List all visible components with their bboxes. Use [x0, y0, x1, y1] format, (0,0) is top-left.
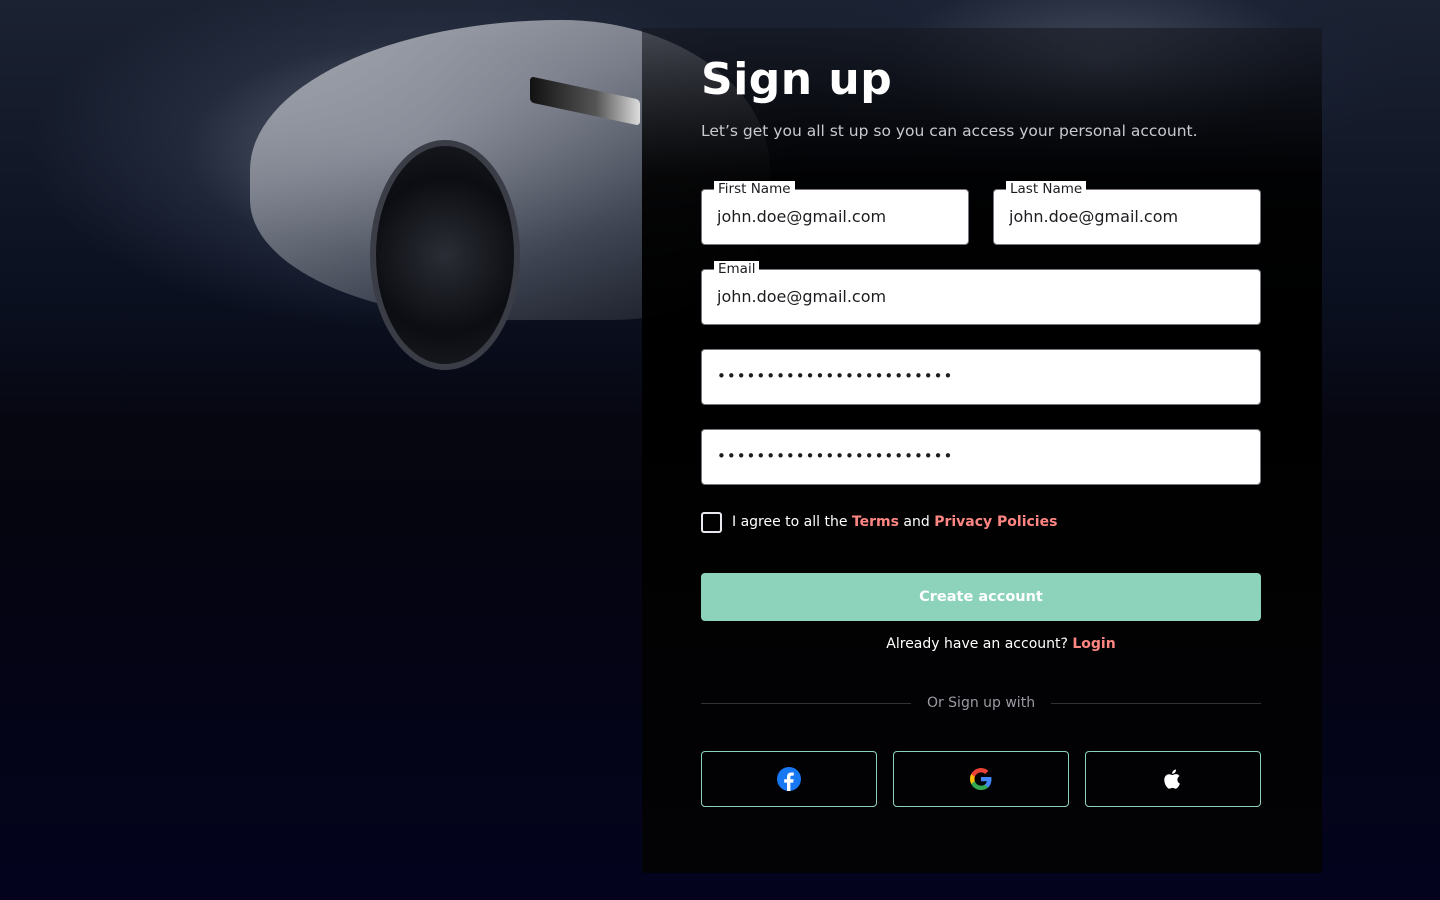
- email-label: Email: [714, 261, 760, 277]
- first-name-label: First Name: [714, 181, 795, 197]
- login-prompt-row: Already have an account? Login: [701, 636, 1301, 652]
- last-name-field[interactable]: Last Name john.doe@gmail.com: [993, 181, 1261, 245]
- confirm-password-field[interactable]: ••••••••••••••••••••••••: [701, 429, 1261, 485]
- login-link[interactable]: Login: [1072, 636, 1115, 652]
- privacy-policies-link[interactable]: Privacy Policies: [934, 514, 1057, 530]
- signup-panel: Sign up Let’s get you all st up so you c…: [642, 28, 1322, 873]
- facebook-icon: [777, 767, 801, 791]
- confirm-password-input[interactable]: ••••••••••••••••••••••••: [717, 447, 1248, 465]
- divider-line-right: [1051, 702, 1261, 704]
- last-name-input[interactable]: john.doe@gmail.com: [1009, 207, 1248, 226]
- first-name-input[interactable]: john.doe@gmail.com: [717, 207, 956, 226]
- password-field[interactable]: ••••••••••••••••••••••••: [701, 349, 1261, 405]
- google-icon: [970, 768, 992, 790]
- login-prompt: Already have an account?: [886, 636, 1068, 652]
- last-name-label: Last Name: [1006, 181, 1087, 197]
- apple-icon: [1164, 769, 1180, 789]
- page-title: Sign up: [701, 54, 893, 105]
- agreement-prefix: I agree to all the: [732, 514, 848, 530]
- terms-agreement: I agree to all the Terms and Privacy Pol…: [701, 510, 1057, 534]
- first-name-field[interactable]: First Name john.doe@gmail.com: [701, 181, 969, 245]
- agreement-and: and: [903, 514, 930, 530]
- apple-signup-button[interactable]: [1085, 751, 1261, 807]
- divider-line-left: [701, 702, 911, 704]
- facebook-signup-button[interactable]: [701, 751, 877, 807]
- car-wheel: [370, 140, 520, 370]
- google-signup-button[interactable]: [893, 751, 1069, 807]
- agreement-text: I agree to all the Terms and Privacy Pol…: [732, 514, 1057, 530]
- email-input[interactable]: john.doe@gmail.com: [717, 287, 1248, 306]
- social-divider: Or Sign up with: [701, 693, 1261, 713]
- email-field[interactable]: Email john.doe@gmail.com: [701, 261, 1261, 325]
- terms-link[interactable]: Terms: [852, 514, 899, 530]
- page-subtitle: Let’s get you all st up so you can acces…: [701, 122, 1198, 140]
- password-input[interactable]: ••••••••••••••••••••••••: [717, 367, 1248, 385]
- create-account-button[interactable]: Create account: [701, 573, 1261, 621]
- divider-text: Or Sign up with: [926, 695, 1036, 711]
- terms-checkbox[interactable]: [701, 511, 722, 533]
